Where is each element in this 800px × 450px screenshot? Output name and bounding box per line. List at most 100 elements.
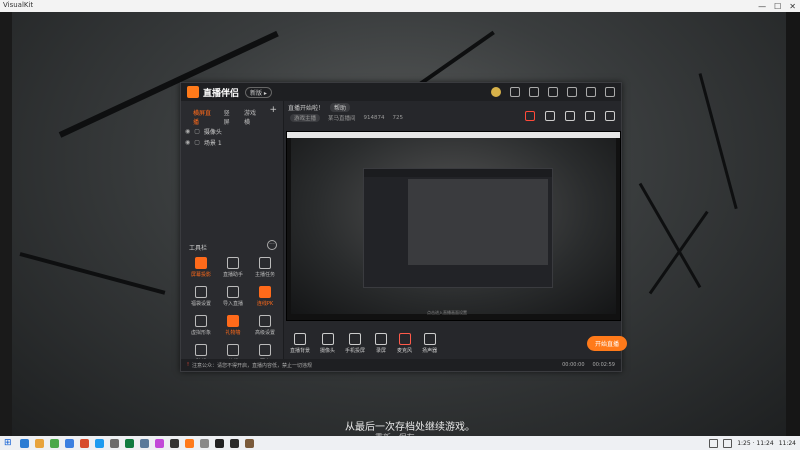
taskbar-app-icon[interactable]: [95, 438, 104, 448]
control-button[interactable]: 摄像头: [320, 332, 335, 354]
tool-label: 直播助手: [222, 272, 243, 278]
message-icon[interactable]: [510, 87, 520, 97]
taskbar-app-icon[interactable]: [185, 438, 194, 448]
tool-item[interactable]: 虚拟形象: [185, 315, 217, 336]
stream-controls: 直播背景 摄像头 手机投屏 录屏 麦克风 扬声器 开始直播: [284, 327, 633, 359]
game-subtitle: 从最后一次存档处继续游戏。: [345, 422, 475, 433]
taskbar-app-icon[interactable]: [80, 438, 89, 448]
avatar[interactable]: [491, 87, 501, 97]
network-icon[interactable]: [709, 438, 719, 448]
tab-portrait[interactable]: 竖屏: [224, 108, 234, 126]
scene-label: 场景 1: [203, 140, 222, 147]
tool-item[interactable]: 福袋设置: [185, 286, 217, 307]
branch: [418, 30, 495, 86]
tool-icon: [195, 286, 207, 298]
more-tools-button[interactable]: ···: [267, 240, 277, 250]
tab-game[interactable]: 游戏横: [244, 108, 259, 126]
live-preview[interactable]: 点击进入直播画面设置: [286, 131, 621, 321]
close-button[interactable]: ✕: [789, 2, 796, 11]
nested-preview: [408, 179, 548, 265]
branch: [648, 210, 709, 295]
control-button[interactable]: 手机投屏: [345, 332, 365, 354]
close-icon[interactable]: [605, 87, 615, 97]
gift-icon[interactable]: [529, 87, 539, 97]
tab-landscape[interactable]: 横屏直播: [193, 108, 214, 126]
windows-start-icon[interactable]: ⊞: [4, 438, 14, 448]
taskbar-app-icon[interactable]: [200, 438, 209, 448]
clock[interactable]: 11:24: [779, 440, 796, 447]
menu-icon[interactable]: [567, 87, 577, 97]
main-area: 直播开始啦！ 帮助 游戏主播 某马直播间 914874 725 点击进入直播画面…: [284, 101, 627, 359]
tool-label: 虚拟形象: [190, 330, 211, 336]
minimize-icon[interactable]: [586, 87, 596, 97]
bell-icon[interactable]: [585, 111, 595, 121]
scene-item[interactable]: ◉ ▢ 场景 1: [185, 137, 283, 148]
control-icon: [349, 332, 362, 345]
tool-item[interactable]: 直播助手: [217, 257, 249, 278]
taskbar-app-icon[interactable]: [140, 438, 149, 448]
maximize-button[interactable]: ☐: [774, 2, 781, 11]
control-icon: [294, 332, 306, 345]
start-live-button[interactable]: 开始直播: [586, 335, 627, 351]
taskbar-app-icon[interactable]: [230, 438, 239, 448]
tool-item[interactable]: 连线PK: [249, 286, 281, 307]
nested-header: [364, 169, 552, 177]
control-button[interactable]: 直播背景: [290, 332, 310, 354]
lock-icon[interactable]: ▢: [194, 139, 200, 146]
tools-title: 工具栏: [189, 245, 208, 252]
control-icon: [398, 332, 411, 345]
tool-icon: [259, 286, 271, 298]
taskbar-app-icon[interactable]: [215, 438, 224, 448]
live-tab[interactable]: 直播开始啦！: [288, 103, 324, 112]
gift-icon[interactable]: [525, 111, 535, 121]
tool-item[interactable]: 主播任务: [249, 257, 281, 278]
lock-icon[interactable]: [545, 111, 555, 121]
volume-icon[interactable]: [723, 438, 733, 448]
tool-item[interactable]: 导入直播: [217, 286, 249, 307]
taskbar-app-icon[interactable]: [245, 438, 254, 448]
app-name: 直播伴侣: [203, 88, 240, 99]
tool-icon: [227, 286, 239, 298]
tool-label: 主播任务: [254, 272, 275, 278]
control-label: 麦克风: [397, 347, 413, 354]
tool-icon: [259, 315, 271, 327]
tool-icon: [195, 344, 207, 356]
tool-label: 高级设置: [254, 330, 275, 336]
taskbar-app-icon[interactable]: [20, 438, 29, 448]
system-tray: 1:25 · 11:24 11:24: [709, 438, 796, 448]
help-tab[interactable]: 帮助: [330, 102, 351, 112]
live-duration: 00:00:00: [562, 362, 585, 368]
taskbar-app-icon[interactable]: [110, 438, 119, 448]
control-icon: [375, 332, 388, 345]
tool-item[interactable]: 礼物墙: [217, 315, 249, 336]
tool-item[interactable]: 屏幕投影: [185, 257, 217, 278]
lock-icon[interactable]: ▢: [194, 128, 200, 135]
tool-item[interactable]: 高级设置: [249, 315, 281, 336]
taskbar-app-icon[interactable]: [170, 438, 179, 448]
scene-tabs: 横屏直播 竖屏 游戏横 +: [181, 101, 283, 126]
control-icon: [321, 332, 334, 345]
taskbar-app-icon[interactable]: [50, 438, 59, 448]
tool-icon: [195, 315, 207, 327]
control-button[interactable]: 录屏: [375, 332, 388, 354]
shirt-icon[interactable]: [548, 87, 558, 97]
add-scene-button[interactable]: +: [269, 105, 277, 120]
control-button[interactable]: 麦克风: [397, 332, 413, 354]
tool-icon: [259, 344, 271, 356]
outer-window-controls: — ☐ ✕: [758, 0, 796, 12]
tool-label: 福袋设置: [190, 301, 211, 307]
taskbar-app-icon[interactable]: [35, 438, 44, 448]
minimize-button[interactable]: —: [758, 2, 766, 11]
anchor-name[interactable]: 游戏主播: [290, 114, 321, 122]
eye-icon[interactable]: ◉: [185, 128, 190, 135]
share-icon[interactable]: [605, 111, 615, 121]
scene-item[interactable]: ◉ ▢ 摄像头: [185, 126, 283, 137]
version-badge[interactable]: 新版 ▸: [245, 86, 272, 98]
control-button[interactable]: 扬声器: [422, 332, 438, 354]
taskbar-app-icon[interactable]: [125, 438, 134, 448]
taskbar-app-icon[interactable]: [65, 438, 74, 448]
eye-icon[interactable]: ◉: [185, 139, 190, 146]
taskbar-app-icon[interactable]: [155, 438, 164, 448]
control-label: 扬声器: [422, 347, 438, 354]
shirt-icon[interactable]: [565, 111, 575, 121]
